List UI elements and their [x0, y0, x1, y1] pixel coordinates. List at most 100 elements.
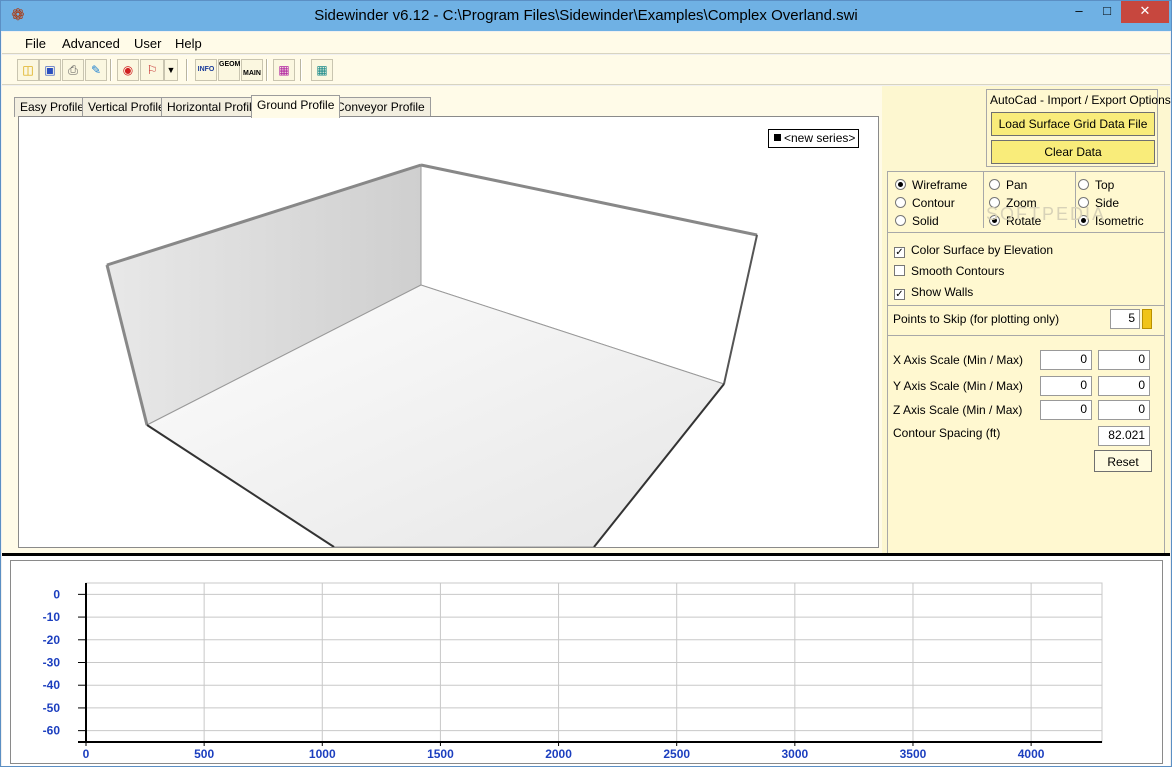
- radio-pan-indicator[interactable]: [989, 179, 1000, 190]
- radio-wireframe[interactable]: Wireframe: [895, 178, 967, 192]
- menu-advanced[interactable]: Advanced: [62, 36, 120, 51]
- radio-contour[interactable]: Contour: [895, 196, 955, 210]
- close-button[interactable]: ✕: [1121, 1, 1169, 23]
- y-axis-max-input[interactable]: 0: [1098, 376, 1150, 396]
- calculator-icon[interactable]: ▦: [311, 59, 333, 81]
- menu-help[interactable]: Help: [175, 36, 202, 51]
- x-tick-label: 0: [83, 747, 90, 761]
- watermark-logo: SOFTPEDIA: [986, 204, 1107, 224]
- y-tick-label: -40: [43, 678, 61, 692]
- save-disk-icon[interactable]: ▣: [39, 59, 61, 81]
- points-skip-input[interactable]: 5: [1110, 309, 1140, 329]
- minimize-button[interactable]: –: [1065, 1, 1093, 23]
- x-tick-label: 1500: [427, 747, 454, 761]
- x-tick-label: 3500: [900, 747, 927, 761]
- menu-file[interactable]: File: [25, 36, 46, 51]
- checkbox-color-surface-label: Color Surface by Elevation: [911, 243, 1054, 257]
- title-bar[interactable]: ❁ Sidewinder v6.12 - C:\Program Files\Si…: [1, 1, 1171, 31]
- checkbox-color-surface-indicator[interactable]: ✓: [894, 247, 905, 258]
- report-icon[interactable]: ◉: [117, 59, 139, 81]
- tab-vertical-profile[interactable]: Vertical Profile: [82, 97, 171, 117]
- checkbox-smooth-contours[interactable]: Smooth Contours: [894, 264, 1004, 278]
- checkbox-smooth-contours-indicator[interactable]: [894, 265, 905, 276]
- reset-button[interactable]: Reset: [1094, 450, 1152, 472]
- x-tick-label: 2000: [545, 747, 572, 761]
- checkbox-show-walls-indicator[interactable]: ✓: [894, 289, 905, 300]
- radio-column-divider: [983, 172, 984, 228]
- radio-contour-indicator[interactable]: [895, 197, 906, 208]
- profile-chart-frame[interactable]: 0 500 1000 1500 2000 2500 3000 3500 4000 0 -10 -20 -…: [10, 560, 1163, 764]
- contour-spacing-label: Contour Spacing (ft): [893, 426, 1001, 440]
- clear-data-button[interactable]: Clear Data: [991, 140, 1155, 164]
- checkbox-smooth-contours-label: Smooth Contours: [911, 264, 1005, 278]
- options-panel: AutoCad - Import / Export Options Load S…: [882, 86, 1171, 564]
- y-tick-label: -30: [43, 656, 61, 670]
- contour-spacing-input[interactable]: 82.021: [1098, 426, 1150, 446]
- ground-3d-surface: [105, 163, 758, 547]
- z-axis-scale-label: Z Axis Scale (Min / Max): [893, 403, 1023, 417]
- points-skip-spinner[interactable]: [1142, 309, 1152, 329]
- menu-user[interactable]: User: [134, 36, 161, 51]
- load-surface-grid-button[interactable]: Load Surface Grid Data File: [991, 112, 1155, 136]
- toolbar-separator: [110, 59, 112, 81]
- toolbar-separator: [300, 59, 302, 81]
- profile-chart: 0 500 1000 1500 2000 2500 3000 3500 4000 0 -10 -20 -…: [43, 582, 1103, 761]
- radio-solid[interactable]: Solid: [895, 214, 939, 228]
- tab-ground-profile[interactable]: Ground Profile: [251, 95, 341, 118]
- profile-chart-area: 0 500 1000 1500 2000 2500 3000 3500 4000 0 -10 -20 -…: [2, 553, 1170, 766]
- z-axis-min-input[interactable]: 0: [1040, 400, 1092, 420]
- maximize-button[interactable]: □: [1093, 1, 1121, 23]
- flag-dropdown-chevron-down-icon[interactable]: ▼: [164, 59, 178, 81]
- checkbox-show-walls[interactable]: ✓ Show Walls: [894, 285, 973, 300]
- info-icon[interactable]: INFO: [195, 59, 217, 81]
- x-tick-label: 4000: [1018, 747, 1045, 761]
- radio-wireframe-label: Wireframe: [912, 178, 968, 192]
- x-tick-label: 3000: [781, 747, 808, 761]
- y-tick-label: -60: [43, 724, 61, 738]
- points-skip-label: Points to Skip (for plotting only): [893, 312, 1060, 326]
- legend-label: <new series>: [784, 131, 856, 145]
- radio-pan[interactable]: Pan: [989, 178, 1027, 192]
- y-tick-label: -20: [43, 633, 61, 647]
- radio-top[interactable]: Top: [1078, 178, 1114, 192]
- x-axis-min-input[interactable]: 0: [1040, 350, 1092, 370]
- x-tick-label: 2500: [663, 747, 690, 761]
- radio-wireframe-indicator[interactable]: [895, 179, 906, 190]
- tab-easy-profile[interactable]: Easy Profile: [14, 97, 91, 117]
- radio-top-label: Top: [1095, 178, 1115, 192]
- z-axis-max-input[interactable]: 0: [1098, 400, 1150, 420]
- radio-top-indicator[interactable]: [1078, 179, 1089, 190]
- flag-icon[interactable]: ⚐: [140, 59, 164, 81]
- print-icon[interactable]: ⎙: [62, 59, 84, 81]
- y-axis-min-input[interactable]: 0: [1040, 376, 1092, 396]
- y-tick-label: -50: [43, 701, 61, 715]
- window-title: Sidewinder v6.12 - C:\Program Files\Side…: [314, 7, 858, 24]
- view-settings-group: Wireframe Contour Solid Pan Zoom Rotate …: [887, 171, 1165, 564]
- x-tick-label: 500: [194, 747, 214, 761]
- ground-3d-plot[interactable]: <new series>: [18, 116, 879, 548]
- toolbar-separator: [266, 59, 268, 81]
- checkbox-show-walls-label: Show Walls: [911, 285, 974, 299]
- radio-solid-label: Solid: [912, 214, 939, 228]
- divider: [888, 335, 1164, 336]
- edit-icon[interactable]: ✎: [85, 59, 107, 81]
- main-icon[interactable]: MAIN: [241, 59, 263, 81]
- series-legend[interactable]: <new series>: [768, 129, 859, 148]
- autocad-title: AutoCad - Import / Export Options: [990, 93, 1171, 107]
- menu-bar: File Advanced User Help: [2, 32, 1170, 54]
- x-axis-scale-label: X Axis Scale (Min / Max): [893, 353, 1024, 367]
- chart-icon[interactable]: ▦: [273, 59, 295, 81]
- geom-icon[interactable]: GEOM: [218, 59, 240, 81]
- open-folder-icon[interactable]: ◫: [17, 59, 39, 81]
- checkbox-color-surface[interactable]: ✓ Color Surface by Elevation: [894, 243, 1053, 258]
- x-axis-max-input[interactable]: 0: [1098, 350, 1150, 370]
- tab-horizontal-profile[interactable]: Horizontal Profile: [161, 97, 265, 117]
- x-tick-label: 1000: [309, 747, 336, 761]
- tab-conveyor-profile[interactable]: Conveyor Profile: [330, 97, 431, 117]
- y-tick-label: 0: [53, 587, 60, 601]
- divider: [888, 305, 1164, 306]
- app-window: ❁ Sidewinder v6.12 - C:\Program Files\Si…: [0, 0, 1172, 767]
- divider: [888, 232, 1164, 233]
- radio-pan-label: Pan: [1006, 178, 1028, 192]
- radio-solid-indicator[interactable]: [895, 215, 906, 226]
